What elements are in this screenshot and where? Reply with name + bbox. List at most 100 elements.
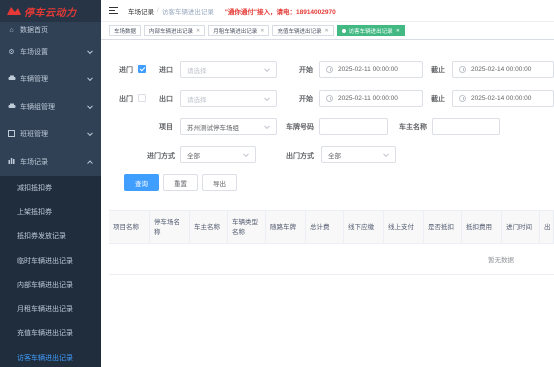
- owner-input[interactable]: [432, 118, 500, 135]
- end-label-2: 截止: [431, 96, 445, 103]
- entry-method-label: 进门方式: [147, 153, 175, 160]
- sidebar-item-vehicle-group[interactable]: 车辆组管理: [0, 93, 101, 121]
- column-header: 车主名称: [190, 211, 228, 244]
- close-icon[interactable]: ✕: [324, 28, 328, 34]
- project-select[interactable]: 苏州测试停车场组: [180, 118, 277, 135]
- exit-gate-label: 出口: [159, 96, 173, 103]
- breadcrumb-separator: /: [157, 7, 159, 14]
- breadcrumb-current: 访客车辆进出记录: [161, 8, 214, 16]
- logo-text: 停车云动力: [24, 7, 77, 19]
- sidebar-subitem-visitor-records[interactable]: 访客车辆进出记录: [0, 346, 101, 367]
- chevron-down-icon: [87, 48, 93, 54]
- entry-label: 进门: [119, 67, 133, 74]
- records-table: 项目名称 停车场名称 车主名称 车辆类型名称 随路车牌 总计费 线下应缴 线上支…: [109, 210, 554, 275]
- export-button[interactable]: 导出: [202, 174, 237, 191]
- breadcrumb-parent[interactable]: 车场记录: [128, 6, 154, 16]
- start-label-1: 开始: [299, 67, 313, 74]
- column-header: 出: [540, 211, 554, 244]
- logo-icon: [6, 5, 22, 17]
- column-header: 项目名称: [109, 211, 150, 244]
- start-time-input-2[interactable]: 2025-02-11 00:00:00: [319, 90, 423, 107]
- tag-label: 车场数据: [114, 28, 137, 35]
- clock-icon: [459, 95, 466, 102]
- logo[interactable]: 停车云动力: [0, 0, 101, 22]
- sidebar-item-label: 车辆组管理: [20, 103, 55, 111]
- column-header: 是否抵扣: [424, 211, 462, 244]
- tag-visitor-records[interactable]: 访客车辆进出记录 ✕: [336, 25, 405, 36]
- tags-view: 车场数据 内部车辆进出记录 ✕ 月租车辆进出记录 ✕ 充值车辆进出记录 ✕ 访客…: [101, 22, 554, 40]
- tag-internal-records[interactable]: 内部车辆进出记录 ✕: [144, 25, 206, 36]
- column-header: 总计费: [306, 211, 344, 244]
- sidebar-subitem-list-coupon[interactable]: 上架抵扣券: [0, 200, 101, 224]
- sidebar-submenu: 减扣抵扣券 上架抵扣券 抵扣券发放记录 临时车辆进出记录 内部车辆进出记录 月租…: [0, 175, 101, 367]
- clock-icon: [326, 95, 333, 102]
- tag-monthly-records[interactable]: 月租车辆进出记录 ✕: [208, 25, 270, 36]
- column-header: 抵扣费用: [462, 211, 502, 244]
- entry-method-select[interactable]: 全部: [180, 146, 256, 163]
- chevron-down-icon: [383, 150, 389, 157]
- column-header: 进门时间: [502, 211, 540, 244]
- plate-input[interactable]: [319, 118, 388, 135]
- start-label-2: 开始: [299, 96, 313, 103]
- end-time-input-2[interactable]: 2025-02-14 00:00:00: [452, 90, 554, 107]
- column-header: 随路车牌: [266, 211, 306, 244]
- sidebar-subitem-temp-records[interactable]: 临时车辆进出记录: [0, 248, 101, 272]
- tag-label: 充值车辆进出记录: [277, 28, 322, 35]
- tag-recharge-records[interactable]: 充值车辆进出记录 ✕: [272, 25, 334, 36]
- entry-checkbox[interactable]: [138, 65, 146, 73]
- tag-label: 内部车辆进出记录: [149, 28, 194, 35]
- clock-icon: [459, 66, 466, 73]
- project-label: 项目: [159, 124, 173, 131]
- main-content: 进门 进口 请选择 开始 2025-02-11 00:00:00 截止 2025…: [101, 40, 554, 367]
- car-icon: [7, 75, 16, 83]
- column-header: 停车场名称: [150, 211, 190, 244]
- sidebar-item-label: 车辆管理: [20, 76, 48, 84]
- sidebar-item-home[interactable]: ⌂ 数据首页: [0, 22, 101, 38]
- column-header: 车辆类型名称: [228, 211, 266, 244]
- query-button[interactable]: 查询: [124, 174, 159, 191]
- grid-icon: [7, 129, 16, 139]
- column-header: 线上支付: [384, 211, 424, 244]
- chevron-down-icon: [264, 122, 270, 129]
- chevron-up-icon: [87, 160, 93, 166]
- sidebar-item-lot-records[interactable]: 车场记录: [0, 148, 101, 176]
- end-label-1: 截止: [431, 67, 445, 74]
- plate-label: 车牌号码: [286, 124, 314, 131]
- sidebar-subitem-monthly-records[interactable]: 月租车辆进出记录: [0, 297, 101, 321]
- exit-gate-select[interactable]: 请选择: [180, 90, 277, 107]
- exit-label: 出门: [119, 96, 133, 103]
- sidebar-subitem-coupon-records[interactable]: 抵扣券发放记录: [0, 224, 101, 248]
- start-time-input-1[interactable]: 2025-02-11 00:00:00: [319, 61, 423, 78]
- sidebar-subitem-internal-records[interactable]: 内部车辆进出记录: [0, 273, 101, 297]
- owner-label: 车主名称: [399, 124, 427, 131]
- sidebar-subitem-deduct-coupon[interactable]: 减扣抵扣券: [0, 176, 101, 200]
- reset-button[interactable]: 重置: [163, 174, 198, 191]
- close-icon[interactable]: ✕: [260, 28, 264, 34]
- tag-label: 月租车辆进出记录: [213, 28, 258, 35]
- entry-gate-select[interactable]: 请选择: [180, 61, 277, 78]
- chevron-down-icon: [264, 65, 270, 72]
- chevron-down-icon: [243, 150, 249, 157]
- chevron-down-icon: [87, 130, 93, 137]
- home-icon: ⌂: [9, 26, 14, 34]
- exit-checkbox[interactable]: [138, 94, 146, 102]
- clock-icon: [326, 66, 333, 73]
- sidebar-subitem-recharge-records[interactable]: 充值车辆进出记录: [0, 321, 101, 345]
- table-header: 项目名称 停车场名称 车主名称 车辆类型名称 随路车牌 总计费 线下应缴 线上支…: [109, 211, 554, 244]
- sidebar-item-lot-settings[interactable]: ⚙ 车场设置: [0, 38, 101, 66]
- sidebar-item-vehicle-management[interactable]: 车辆管理: [0, 66, 101, 94]
- notice-text: "通你通付"接入，请电：18914002970: [224, 8, 336, 16]
- close-icon[interactable]: ✕: [196, 28, 200, 34]
- chevron-down-icon: [87, 75, 93, 82]
- end-time-input-1[interactable]: 2025-02-14 00:00:00: [452, 61, 554, 78]
- sidebar-item-label: 班班管理: [20, 131, 48, 139]
- hamburger-icon[interactable]: [109, 7, 118, 14]
- entry-gate-label: 进口: [159, 67, 173, 74]
- tag-label: 访客车辆进出记录: [348, 28, 393, 35]
- column-header: 线下应缴: [344, 211, 384, 244]
- tag-lot-data[interactable]: 车场数据: [109, 25, 142, 36]
- exit-method-select[interactable]: 全部: [321, 146, 396, 163]
- close-icon[interactable]: ✕: [396, 28, 400, 34]
- sidebar-item-shift[interactable]: 班班管理: [0, 121, 101, 149]
- gear-icon: ⚙: [8, 48, 15, 56]
